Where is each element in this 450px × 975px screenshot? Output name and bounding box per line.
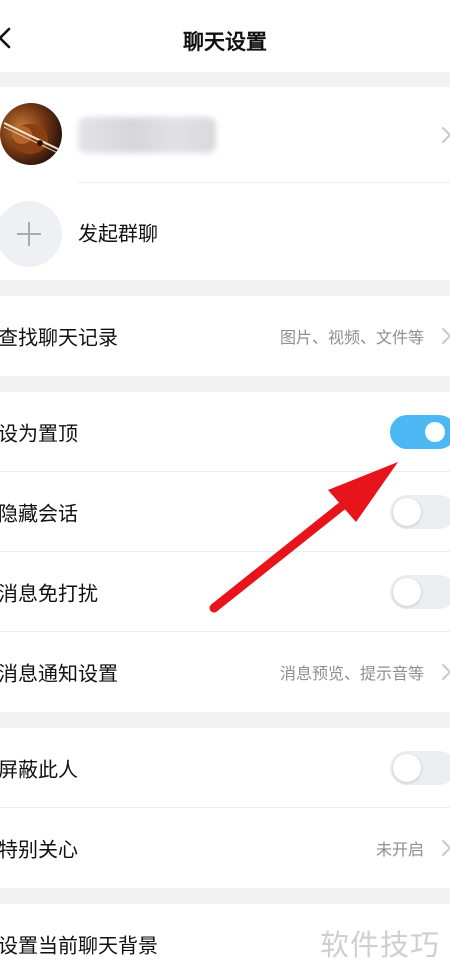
chat-background-label: 设置当前聊天背景 <box>0 933 158 958</box>
contact-name-blurred <box>78 117 216 153</box>
pin-chat-row: 设为置顶 <box>0 392 450 472</box>
do-not-disturb-toggle[interactable] <box>390 575 450 609</box>
watermark: 软件技巧 <box>320 928 441 962</box>
page-title: 聊天设置 <box>183 30 267 54</box>
pin-chat-label: 设为置顶 <box>0 421 78 446</box>
toggle-knob <box>393 578 421 606</box>
start-group-chat-label: 发起群聊 <box>78 221 158 245</box>
chevron-right-icon <box>442 664 450 680</box>
profile-row[interactable] <box>0 87 450 183</box>
hide-chat-label: 隐藏会话 <box>0 501 78 526</box>
do-not-disturb-label: 消息免打扰 <box>0 581 98 606</box>
chevron-right-icon <box>442 127 450 143</box>
special-care-label: 特别关心 <box>0 837 78 862</box>
chevron-right-icon <box>442 840 450 856</box>
start-group-chat-row[interactable]: 发起群聊 <box>0 183 450 280</box>
plus-icon <box>17 222 41 246</box>
notification-settings-label: 消息通知设置 <box>0 661 118 686</box>
pin-chat-toggle[interactable] <box>390 415 450 449</box>
toggle-knob <box>425 422 445 442</box>
special-care-status: 未开启 <box>375 840 424 859</box>
block-user-label: 屏蔽此人 <box>0 757 78 782</box>
chevron-right-icon <box>442 328 450 344</box>
toggle-knob <box>393 498 421 526</box>
search-chat-history-row[interactable]: 查找聊天记录 图片、视频、文件等 <box>0 296 450 376</box>
notification-settings-hint: 消息预览、提示音等 <box>279 664 424 683</box>
special-care-row[interactable]: 特别关心 未开启 <box>0 808 450 888</box>
notification-settings-row[interactable]: 消息通知设置 消息预览、提示音等 <box>0 632 450 712</box>
hide-chat-row: 隐藏会话 <box>0 472 450 552</box>
block-user-row: 屏蔽此人 <box>0 728 450 808</box>
nav-bar: 聊天设置 <box>0 0 450 72</box>
search-chat-history-label: 查找聊天记录 <box>0 325 118 350</box>
block-user-toggle[interactable] <box>390 751 450 785</box>
search-chat-history-hint: 图片、视频、文件等 <box>279 328 424 347</box>
toggle-knob <box>393 754 421 782</box>
hide-chat-toggle[interactable] <box>390 495 450 529</box>
avatar[interactable] <box>0 103 62 165</box>
do-not-disturb-row: 消息免打扰 <box>0 552 450 632</box>
